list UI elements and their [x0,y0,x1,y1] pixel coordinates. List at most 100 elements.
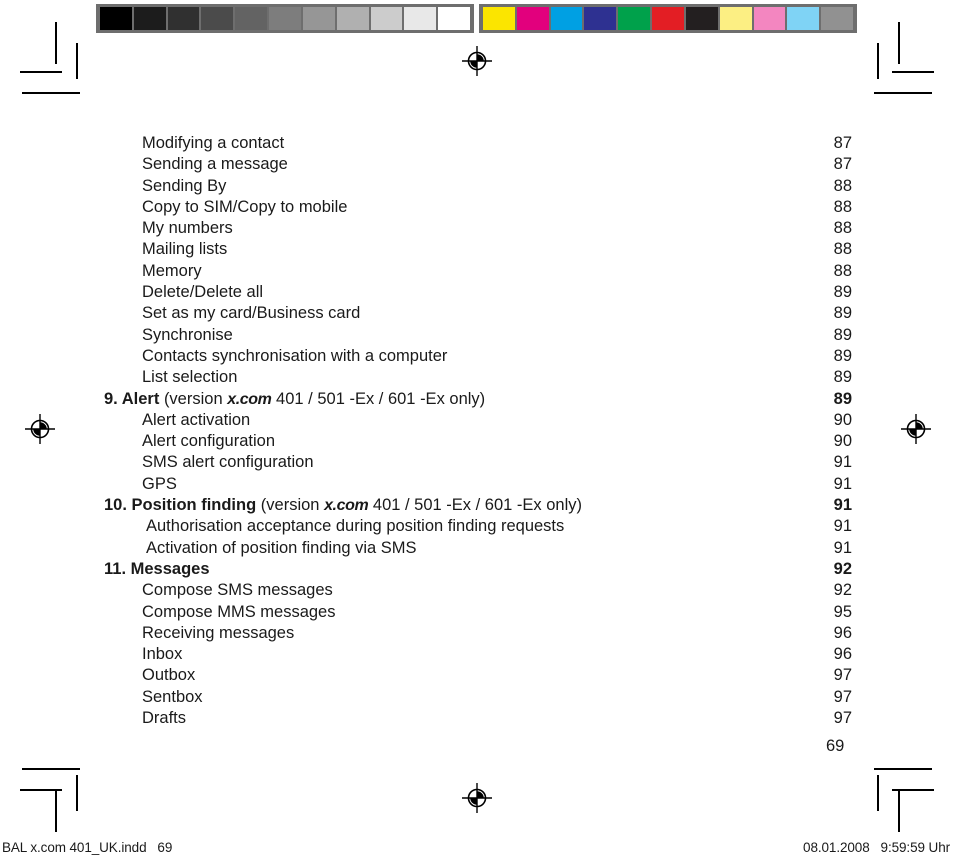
page-folio-number: 69 [826,737,845,755]
toc-page-number: 95 [833,602,852,621]
toc-entry-row[interactable]: Mailing lists 88 [104,239,852,260]
crop-mark [892,789,934,791]
toc-entry-row[interactable]: My numbers 88 [104,218,852,239]
toc-entry-label: Compose MMS messages [104,602,814,623]
toc-entry-row[interactable]: Modifying a contact 87 [104,133,852,154]
toc-entry-row[interactable]: Authorisation acceptance during position… [104,516,852,537]
toc-page-number: 87 [833,155,852,174]
color-swatch [787,7,820,30]
crop-mark [55,22,57,64]
color-swatch [235,7,268,30]
toc-page-number: 90 [833,410,852,429]
toc-entry-row[interactable]: Delete/Delete all 89 [104,282,852,303]
toc-entry-label: 11. Messages [104,559,814,580]
toc-chapter-row[interactable]: 10. Position finding (version x.com 401 … [104,495,852,516]
toc-entry-row[interactable]: Inbox 96 [104,644,852,665]
toc-entry-row[interactable]: Contacts synchronisation with a computer… [104,346,852,367]
color-swatch [516,7,549,30]
toc-entry-row[interactable]: Sentbox 97 [104,687,852,708]
toc-entry-text: Memory [142,261,202,280]
toc-version-note-prefix: (version [260,496,325,515]
toc-entry-text: Compose MMS messages [142,602,336,621]
color-swatch [753,7,786,30]
color-swatch [652,7,684,30]
toc-entry-label: SMS alert configuration [104,452,814,473]
color-swatch [100,7,132,30]
toc-entry-row[interactable]: Receiving messages 96 [104,623,852,644]
toc-entry-label: 10. Position finding (version x.com 401 … [104,495,814,516]
toc-entry-row[interactable]: Alert activation 90 [104,410,852,431]
toc-entry-row[interactable]: Compose SMS messages 92 [104,580,852,601]
toc-entry-row[interactable]: Synchronise 89 [104,325,852,346]
toc-entry-row[interactable]: List selection 89 [104,367,852,388]
color-swatch [404,7,437,30]
toc-version-note-prefix: (version [163,389,228,408]
toc-entry-text: Activation of position finding via SMS [146,538,417,557]
toc-page-number: 88 [833,261,852,280]
toc-chapter-title: Position finding [131,496,257,515]
color-swatch [269,7,301,30]
toc-entry-label: Set as my card/Business card [104,303,814,324]
toc-entry-label: Modifying a contact [104,133,814,154]
registration-target-mark [25,414,55,444]
toc-entry-row[interactable]: Alert configuration 90 [104,431,852,452]
toc-entry-row[interactable]: GPS 91 [104,474,852,495]
toc-entry-label: Alert configuration [104,431,814,452]
registration-target-mark [462,46,492,76]
table-of-contents: Modifying a contact 87 Sending a message 87… [104,133,852,729]
toc-entry-row[interactable]: Activation of position finding via SMS 91 [104,538,852,559]
toc-entry-text: Alert configuration [142,432,275,451]
toc-entry-text: List selection [142,368,238,387]
toc-version-note-suffix: 401 / 501 -Ex / 601 -Ex only) [368,496,583,515]
toc-version-note-suffix: 401 / 501 -Ex / 601 -Ex only) [271,389,486,408]
toc-page-number: 89 [833,325,852,344]
toc-page-number: 88 [833,240,852,259]
toc-entry-row[interactable]: Sending a message 87 [104,154,852,175]
toc-entry-row[interactable]: Set as my card/Business card 89 [104,303,852,324]
color-swatch [483,7,515,30]
crop-mark [898,22,900,64]
toc-entry-text: SMS alert configuration [142,453,314,472]
toc-entry-text: Sending By [142,176,227,195]
crop-mark [892,71,934,73]
toc-chapter-number: 11. [104,559,127,578]
color-swatch [201,7,234,30]
toc-entry-row[interactable]: Outbox 97 [104,665,852,686]
toc-entry-text: Sending a message [142,155,288,174]
toc-entry-label: GPS [104,474,814,495]
crop-mark [76,43,78,79]
toc-entry-label: Alert activation [104,410,814,431]
toc-entry-row[interactable]: SMS alert configuration 91 [104,452,852,473]
toc-page-number: 88 [833,197,852,216]
toc-entry-row[interactable]: Sending By 88 [104,176,852,197]
color-swatch [550,7,583,30]
toc-entry-row[interactable]: Copy to SIM/Copy to mobile 88 [104,197,852,218]
toc-entry-row[interactable]: Memory 88 [104,261,852,282]
toc-entry-text: Mailing lists [142,240,228,259]
toc-entry-row[interactable]: Compose MMS messages 95 [104,602,852,623]
toc-page-number: 97 [833,687,852,706]
toc-entry-text: Receiving messages [142,623,295,642]
toc-entry-row[interactable]: Drafts 97 [104,708,852,729]
toc-entry-text: Alert activation [142,410,251,429]
toc-page-number: 96 [833,623,852,642]
toc-chapter-row[interactable]: 11. Messages 92 [104,559,852,580]
indd-filename-footer: BAL x.com 401_UK.indd 69 [2,840,173,855]
toc-page-number: 88 [833,219,852,238]
color-swatch [370,7,403,30]
toc-entry-label: Memory [104,261,814,282]
toc-entry-text: Modifying a contact [142,134,285,152]
toc-page-number: 88 [833,176,852,195]
toc-entry-text: Copy to SIM/Copy to mobile [142,197,348,216]
xcom-brand-logo: x.com [324,497,369,515]
toc-entry-label: Drafts [104,708,814,729]
toc-page-number: 96 [833,645,852,664]
toc-entry-label: Authorisation acceptance during position… [104,516,814,537]
color-swatch [719,7,752,30]
toc-page-number: 91 [833,496,852,515]
toc-page-number: 92 [833,581,852,600]
toc-entry-text: Contacts synchronisation with a computer [142,346,448,365]
toc-entry-text: Inbox [142,645,183,664]
toc-chapter-row[interactable]: 9. Alert (version x.com 401 / 501 -Ex / … [104,389,852,410]
crop-mark [898,790,900,832]
